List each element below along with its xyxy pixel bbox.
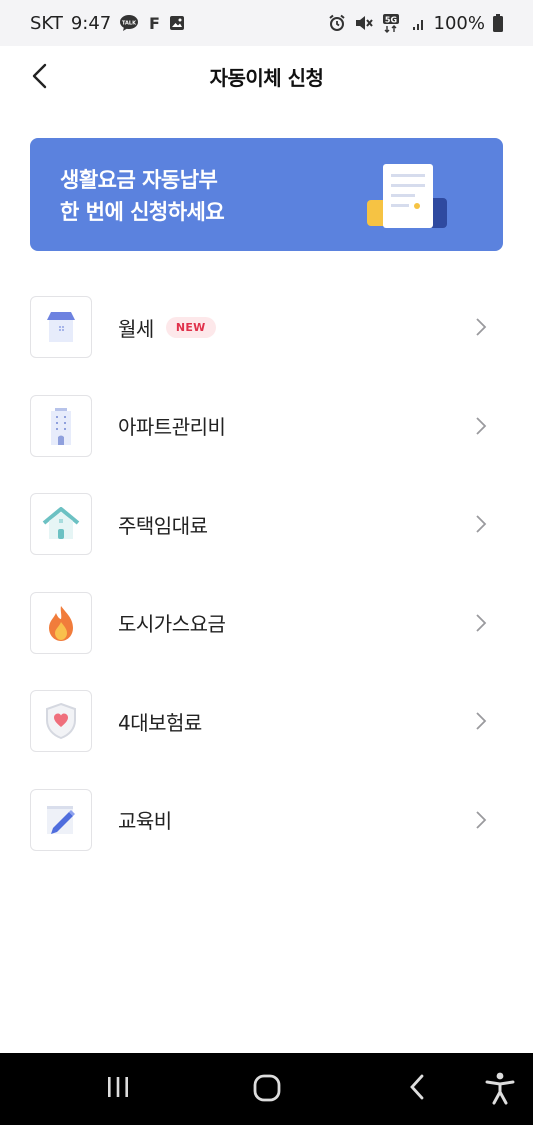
f-app-glyph: F (149, 15, 160, 31)
notebook-pencil-icon (47, 805, 75, 834)
network-5g-icon: 5G (382, 13, 404, 33)
item-label: 주택임대료 (118, 513, 208, 538)
signal-icon (412, 15, 426, 31)
icon-box (30, 788, 92, 851)
battery-percent: 100% (433, 12, 485, 34)
list-item-city-gas[interactable]: 도시가스요금 (0, 574, 533, 673)
app-header: 자동이체 신청 (0, 46, 533, 106)
icon-box (30, 690, 92, 753)
home-icon (253, 1074, 281, 1102)
home-button[interactable] (250, 1071, 284, 1105)
back-arrow-icon (32, 63, 47, 89)
list-item-house-rent[interactable]: 주택임대료 (0, 475, 533, 574)
autopay-category-list: 월세 NEW 아파트관리비 주택임대료 도시가스요금 4대보험료 교육비 (0, 278, 533, 869)
status-right: 5G 100% (328, 13, 503, 34)
chevron-right-icon (476, 614, 487, 632)
system-nav-bar (0, 1053, 533, 1125)
recent-apps-button[interactable] (104, 1071, 132, 1103)
new-badge: NEW (165, 316, 216, 338)
home-rent-icon (42, 507, 80, 540)
nav-back-button[interactable] (404, 1071, 430, 1103)
shield-heart-icon (46, 703, 76, 740)
item-label: 도시가스요금 (118, 612, 226, 637)
apartment-building-icon (51, 407, 71, 445)
chevron-right-icon (476, 318, 487, 336)
document-bill-icon (367, 164, 447, 228)
item-label: 4대보험료 (118, 710, 202, 735)
talk-badge-text: TALK (122, 21, 137, 27)
page-title: 자동이체 신청 (209, 65, 324, 90)
alarm-icon (328, 14, 346, 32)
house-icon (47, 312, 75, 343)
banner-line-1: 생활요금 자동납부 (60, 168, 218, 192)
status-left: SKT 9:47 TALK F (30, 13, 185, 34)
list-item-insurance[interactable]: 4대보험료 (0, 672, 533, 771)
clock: 9:47 (70, 12, 112, 34)
accessibility-icon (485, 1072, 515, 1105)
image-icon (169, 15, 185, 31)
network-label: 5G (384, 16, 396, 25)
item-label: 교육비 (118, 809, 172, 834)
chevron-right-icon (476, 515, 487, 533)
mute-icon (354, 14, 374, 32)
list-item-rent[interactable]: 월세 NEW (0, 278, 533, 377)
flame-icon (49, 605, 73, 641)
chevron-right-icon (476, 811, 487, 829)
f-app-icon: F (147, 15, 161, 31)
chevron-right-icon (476, 712, 487, 730)
promo-banner[interactable]: 생활요금 자동납부 한 번에 신청하세요 (30, 138, 503, 251)
recent-apps-icon (108, 1077, 128, 1097)
list-item-education[interactable]: 교육비 (0, 771, 533, 870)
item-label: 아파트관리비 (118, 415, 226, 440)
icon-box (30, 493, 92, 556)
carrier-label: SKT (30, 12, 63, 34)
chevron-right-icon (476, 417, 487, 435)
banner-line-2: 한 번에 신청하세요 (60, 200, 225, 224)
battery-icon (493, 14, 503, 32)
chat-talk-icon: TALK (119, 14, 139, 32)
icon-box (30, 296, 92, 359)
list-item-apartment-fee[interactable]: 아파트관리비 (0, 377, 533, 476)
back-button[interactable] (24, 60, 56, 92)
banner-text: 생활요금 자동납부 한 번에 신청하세요 (60, 164, 225, 228)
icon-box (30, 591, 92, 654)
item-label: 월세 (118, 316, 154, 341)
status-bar: SKT 9:47 TALK F 5G 100% (0, 0, 533, 46)
icon-box (30, 394, 92, 457)
accessibility-button[interactable] (484, 1071, 516, 1105)
back-icon (410, 1074, 424, 1100)
